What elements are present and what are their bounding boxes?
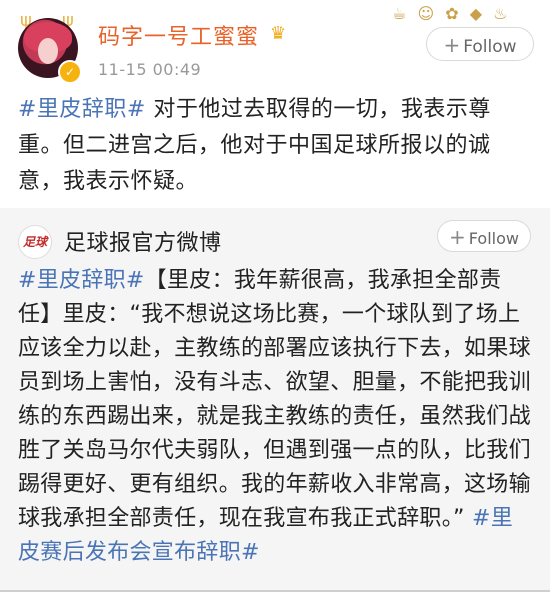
retweet-card[interactable]: 足球 足球报官方微博 + Follow #里皮辞职#【里皮：我年薪很高，我承担全部… bbox=[0, 208, 550, 592]
post-timestamp: 11-15 00:49 bbox=[98, 60, 202, 79]
post-header: ψ ψ ✓ 码字一号工蜜蜜 ♛ 11-15 00:49 ☕ ☺ ✿ ◆ ♨ + F… bbox=[0, 0, 550, 92]
follow-button[interactable]: + Follow bbox=[426, 27, 534, 61]
avatar-face bbox=[38, 38, 58, 64]
post-username[interactable]: 码字一号工蜜蜜 bbox=[98, 19, 259, 51]
follow-label: Follow bbox=[468, 229, 519, 248]
user-avatar[interactable]: ψ ψ ✓ bbox=[14, 12, 82, 84]
follow-label: Follow bbox=[463, 37, 517, 57]
crown-icon: ♛ bbox=[270, 23, 287, 44]
cat-icon: ☺ bbox=[417, 4, 435, 23]
post-body: #里皮辞职# 对于他过去取得的一切，我表示尊重。但二进宫之后，他对于中国足球所报… bbox=[18, 92, 534, 200]
hashtag-link[interactable]: #里皮辞职# bbox=[18, 97, 146, 122]
candy-icon: ✿ bbox=[445, 4, 459, 23]
retweet-text: 【里皮：我年薪很高，我承担全部责任】里皮：“我不想说这场比赛，一个球队到了场上应… bbox=[18, 268, 531, 531]
hashtag-link[interactable]: #里皮辞职# bbox=[18, 268, 145, 293]
cake-icon: ☕ bbox=[392, 4, 407, 23]
plus-icon: + bbox=[449, 225, 466, 249]
cheese-icon: ◆ bbox=[469, 4, 483, 23]
plus-icon: + bbox=[443, 33, 461, 57]
retweet-username[interactable]: 足球报官方微博 bbox=[64, 225, 222, 257]
retweet-avatar[interactable]: 足球 bbox=[18, 225, 52, 259]
retweet-body: #里皮辞职#【里皮：我年薪很高，我承担全部责任】里皮：“我不想说这场比赛，一个球… bbox=[18, 264, 534, 570]
cup-icon: ♨ bbox=[493, 4, 508, 23]
verified-badge-icon: ✓ bbox=[58, 60, 82, 84]
retweet-follow-button[interactable]: + Follow bbox=[437, 220, 531, 252]
